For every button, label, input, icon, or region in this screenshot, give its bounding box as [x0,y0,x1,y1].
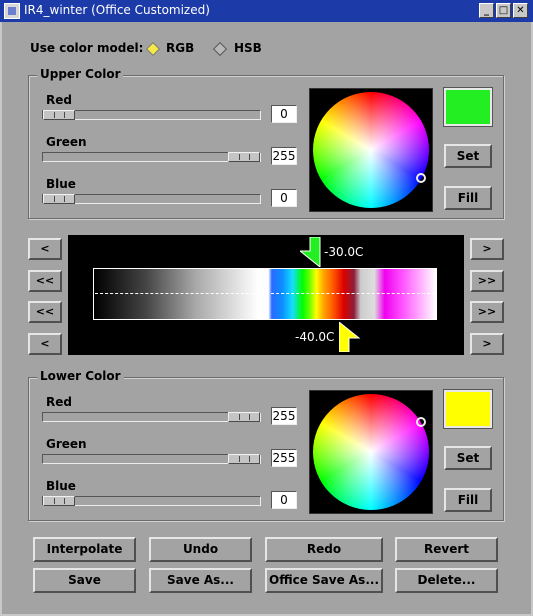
upper-red-value[interactable]: 0 [271,105,297,123]
delete-button[interactable]: Delete... [395,568,498,593]
upper-color-wheel[interactable] [313,92,429,208]
upper-blue-label: Blue [46,177,76,191]
lower-marker-arrow-icon[interactable] [339,322,363,352]
colormap-dashed-line [95,293,435,294]
upper-green-slider[interactable] [42,152,261,162]
colormap-bar[interactable] [93,268,437,320]
revert-button[interactable]: Revert [395,537,498,562]
interpolate-button[interactable]: Interpolate [33,537,136,562]
upper-wheel-marker-icon[interactable] [416,173,426,183]
lower-jump-left-button[interactable]: << [28,301,62,323]
lower-red-slider-thumb[interactable] [228,412,260,422]
upper-blue-value[interactable]: 0 [271,189,297,207]
lower-blue-value[interactable]: 0 [271,491,297,509]
lower-color-swatch [444,390,492,428]
lower-color-wheel[interactable] [313,394,429,510]
rgb-radio-label[interactable]: RGB [166,41,194,55]
color-model-label: Use color model: [30,41,144,55]
app-icon[interactable] [4,3,20,19]
lower-step-right-button[interactable]: > [470,333,504,355]
upper-marker-label: -30.0C [324,245,364,259]
upper-blue-slider[interactable] [42,194,261,204]
upper-color-wheel-box [309,88,433,212]
hsb-radio-label[interactable]: HSB [234,41,262,55]
lower-blue-slider-thumb[interactable] [43,496,75,506]
upper-step-right-button[interactable]: > [470,238,504,260]
lower-red-value[interactable]: 255 [271,407,297,425]
lower-green-slider-thumb[interactable] [228,454,260,464]
upper-fill-button[interactable]: Fill [444,186,492,210]
close-button[interactable]: ✕ [513,3,528,18]
upper-step-left-button[interactable]: < [28,238,62,260]
upper-color-swatch [444,88,492,126]
upper-marker-arrow-icon[interactable] [300,237,324,267]
lower-blue-label: Blue [46,479,76,493]
upper-green-slider-thumb[interactable] [228,152,260,162]
lower-red-label: Red [46,395,72,409]
upper-jump-right-button[interactable]: >> [470,270,504,292]
office-save-as-button[interactable]: Office Save As... [265,568,383,593]
save-button[interactable]: Save [33,568,136,593]
upper-red-slider[interactable] [42,110,261,120]
lower-step-left-button[interactable]: < [28,333,62,355]
upper-green-label: Green [46,135,87,149]
upper-green-value[interactable]: 255 [271,147,297,165]
minimize-button[interactable]: _ [479,3,494,18]
upper-blue-slider-thumb[interactable] [43,194,75,204]
upper-jump-left-button[interactable]: << [28,270,62,292]
lower-set-button[interactable]: Set [444,446,492,470]
save-as-button[interactable]: Save As... [149,568,252,593]
lower-green-slider[interactable] [42,454,261,464]
window-title: IR4_winter (Office Customized) [24,3,210,17]
lower-wheel-marker-icon[interactable] [416,417,426,427]
upper-set-button[interactable]: Set [444,144,492,168]
upper-red-slider-thumb[interactable] [43,110,75,120]
lower-blue-slider[interactable] [42,496,261,506]
lower-green-label: Green [46,437,87,451]
lower-color-title: Lower Color [37,369,124,383]
redo-button[interactable]: Redo [265,537,383,562]
lower-jump-right-button[interactable]: >> [470,301,504,323]
upper-red-label: Red [46,93,72,107]
lower-red-slider[interactable] [42,412,261,422]
title-bar[interactable]: IR4_winter (Office Customized) _ □ ✕ [0,0,533,22]
undo-button[interactable]: Undo [149,537,252,562]
maximize-button[interactable]: □ [496,3,511,18]
lower-color-wheel-box [309,390,433,514]
upper-color-title: Upper Color [37,67,124,81]
lower-green-value[interactable]: 255 [271,449,297,467]
lower-fill-button[interactable]: Fill [444,488,492,512]
lower-marker-label: -40.0C [295,330,335,344]
